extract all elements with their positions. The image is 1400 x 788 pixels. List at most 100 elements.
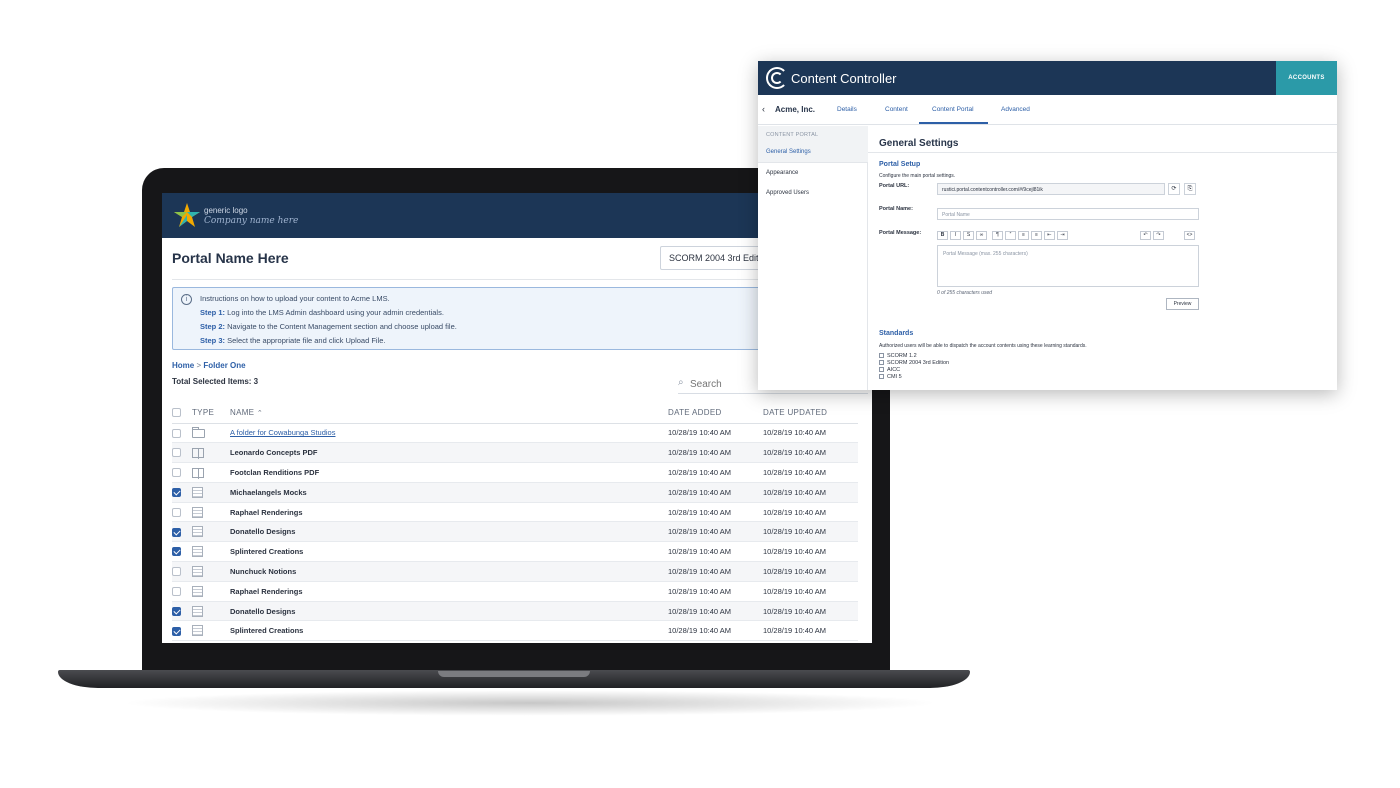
standard-checkbox[interactable] [879, 374, 884, 380]
breadcrumb-home[interactable]: Home [172, 361, 194, 370]
standard-checkbox[interactable] [879, 360, 884, 366]
logo-company-name: Company name here [204, 216, 299, 226]
tab-content[interactable]: Content [885, 106, 908, 113]
undo-icon[interactable]: ↶ [1140, 231, 1151, 240]
standard-checkbox[interactable] [879, 367, 884, 373]
quote-icon[interactable]: ” [1005, 231, 1016, 240]
sidebar-item-general-settings[interactable]: General Settings [766, 149, 811, 155]
table-row[interactable]: Raphael Renderings 10/28/19 10:40 AM 10/28… [172, 502, 858, 523]
row-checkbox[interactable] [172, 606, 181, 616]
row-select-cell [172, 423, 192, 444]
section-divider [868, 152, 1337, 153]
instruction-step-3: Step 3: Select the appropriate file and … [200, 336, 386, 345]
row-name-cell: Donatello Designs [230, 601, 668, 622]
link-icon[interactable]: ∞ [976, 231, 987, 240]
sidebar-item-appearance[interactable]: Appearance [766, 170, 798, 176]
standard-option-cmi5[interactable]: CMI 5 [879, 374, 902, 380]
row-checkbox[interactable] [172, 448, 181, 458]
row-date-updated: 10/28/19 10:40 AM [763, 502, 858, 523]
column-date-added[interactable]: DATE ADDED [668, 403, 763, 424]
row-date-updated: 10/28/19 10:40 AM [763, 581, 858, 602]
portal-message-textarea[interactable]: Portal Message (max. 255 characters) [937, 245, 1199, 287]
bullet-list-icon[interactable]: ≡ [1018, 231, 1029, 240]
table-row[interactable]: Splintered Creations 10/28/19 10:40 AM 10/… [172, 620, 858, 642]
standard-option-scorm12[interactable]: SCORM 1.2 [879, 353, 917, 359]
table-row[interactable]: Michaelangels Mocks 10/28/19 10:40 AM 10/2… [172, 482, 858, 503]
tab-content-portal[interactable]: Content Portal [932, 106, 974, 113]
table-row[interactable]: A folder for Cowabunga Studios 10/28/19 1… [172, 423, 858, 444]
heading-icon[interactable]: ¶ [992, 231, 1003, 240]
row-name-cell: Leonardo Concepts PDF [230, 442, 668, 464]
folder-icon [192, 426, 205, 438]
row-date-updated: 10/28/19 10:40 AM [763, 462, 858, 483]
row-select-cell [172, 482, 192, 503]
numbered-list-icon[interactable]: ≡ [1031, 231, 1042, 240]
row-date-added: 10/28/19 10:40 AM [668, 442, 763, 464]
folder-link[interactable]: A folder for Cowabunga Studios [230, 428, 335, 437]
table-row[interactable]: Splintered Creations 10/28/19 10:40 AM 10/… [172, 541, 858, 563]
table-row[interactable]: Donatello Designs 10/28/19 10:40 AM 10/28/… [172, 521, 858, 543]
row-checkbox[interactable] [172, 468, 181, 478]
row-select-cell [172, 521, 192, 543]
table-row[interactable]: Raphael Renderings 10/28/19 10:40 AM 10/28… [172, 581, 858, 602]
standard-option-scorm2004[interactable]: SCORM 2004 3rd Edition [879, 360, 949, 366]
bold-icon[interactable]: B [937, 231, 948, 240]
row-date-added: 10/28/19 10:40 AM [668, 581, 763, 602]
code-view-icon[interactable]: <> [1184, 231, 1195, 240]
column-date-updated[interactable]: DATE UPDATED [763, 403, 858, 424]
refresh-url-icon[interactable]: ⟳ [1168, 183, 1180, 195]
column-name[interactable]: NAME ⌃ [230, 403, 668, 424]
redo-icon[interactable]: ↷ [1153, 231, 1164, 240]
sidebar-divider [758, 162, 868, 163]
table-row[interactable]: Donatello Designs 10/28/19 10:40 AM 10/28/… [172, 601, 858, 622]
row-date-added: 10/28/19 10:40 AM [668, 541, 763, 563]
file-name: Splintered Creations [230, 626, 304, 636]
portal-url-field[interactable]: rustici.portal.contentcontroller.com/#/9… [937, 183, 1165, 195]
table-row[interactable]: Footclan Renditions PDF 10/28/19 10:40 AM… [172, 462, 858, 483]
column-type[interactable]: TYPE [192, 403, 230, 424]
instruction-step-1: Step 1: Log into the LMS Admin dashboard… [200, 308, 444, 317]
tab-details[interactable]: Details [837, 106, 857, 113]
standard-checkbox[interactable] [879, 353, 884, 359]
document-icon [192, 605, 203, 617]
content-controller-window: Content Controller ACCOUNTS ‹ Acme, Inc.… [758, 61, 1337, 390]
search-icon: ⌕ [678, 377, 684, 388]
breadcrumb-separator: > [194, 361, 204, 370]
info-icon: i [181, 294, 192, 305]
section-title: General Settings [879, 138, 959, 149]
row-type-cell [192, 482, 230, 503]
standard-option-aicc[interactable]: AICC [879, 367, 900, 373]
row-checkbox[interactable] [172, 567, 181, 577]
strikethrough-icon[interactable]: S [963, 231, 974, 240]
back-chevron-icon[interactable]: ‹ [762, 104, 765, 114]
row-type-cell [192, 541, 230, 563]
file-name: Donatello Designs [230, 606, 296, 616]
cc-header: Content Controller ACCOUNTS [758, 61, 1337, 95]
preview-button[interactable]: Preview [1166, 298, 1199, 310]
portal-name-label: Portal Name: [879, 206, 913, 212]
outdent-icon[interactable]: ⇤ [1044, 231, 1055, 240]
cc-sidebar: CONTENT PORTAL General Settings Appearan… [758, 126, 868, 390]
row-checkbox[interactable] [172, 587, 181, 597]
sidebar-heading: CONTENT PORTAL [766, 132, 819, 138]
row-checkbox[interactable] [172, 428, 181, 438]
table-row[interactable]: Nunchuck Notions 10/28/19 10:40 AM 10/28/1… [172, 561, 858, 582]
sidebar-item-approved-users[interactable]: Approved Users [766, 190, 809, 196]
row-checkbox[interactable] [172, 488, 181, 498]
tab-advanced[interactable]: Advanced [1001, 106, 1030, 113]
document-icon [192, 486, 203, 498]
breadcrumb-folder[interactable]: Folder One [203, 361, 245, 370]
row-checkbox[interactable] [172, 547, 181, 557]
indent-icon[interactable]: ⇥ [1057, 231, 1068, 240]
select-all-checkbox[interactable] [172, 408, 181, 418]
row-checkbox[interactable] [172, 527, 181, 537]
row-date-updated: 10/28/19 10:40 AM [763, 482, 858, 503]
row-checkbox[interactable] [172, 626, 181, 636]
row-checkbox[interactable] [172, 507, 181, 517]
italic-icon[interactable]: I [950, 231, 961, 240]
sidebar-section: CONTENT PORTAL General Settings [758, 126, 868, 162]
portal-name-input[interactable]: Portal Name [937, 208, 1199, 220]
accounts-button[interactable]: ACCOUNTS [1276, 61, 1337, 95]
copy-url-icon[interactable]: ⎘ [1184, 183, 1196, 195]
table-row[interactable]: Leonardo Concepts PDF 10/28/19 10:40 AM 10… [172, 442, 858, 464]
